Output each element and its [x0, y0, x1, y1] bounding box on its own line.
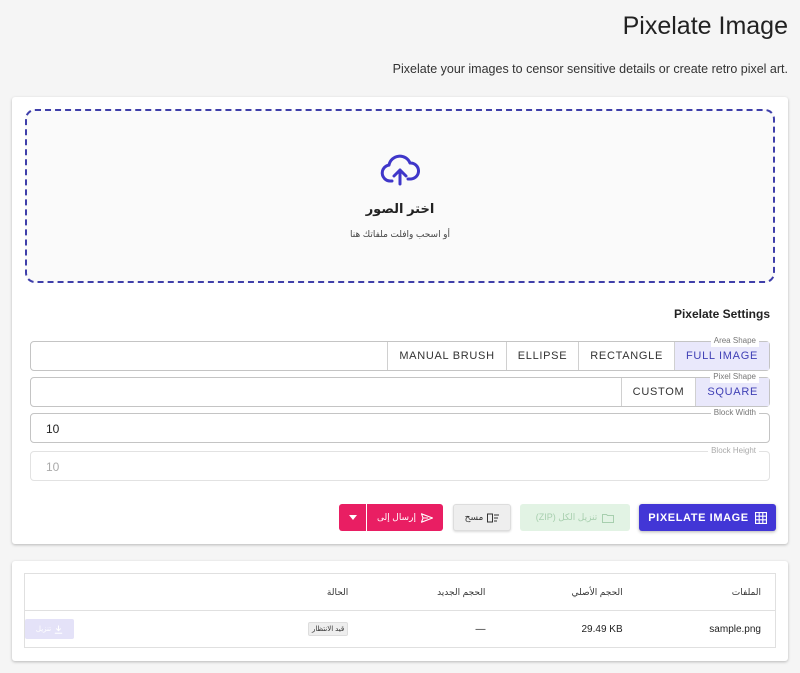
send-menu-toggle[interactable] — [339, 504, 366, 531]
block-width-value: 10 — [46, 422, 60, 436]
cell-status: قيد الانتظار — [209, 611, 349, 648]
block-width-label: Block Width — [710, 407, 759, 419]
dropzone-subtitle: أو اسحب وافلت ملفاتك هنا — [350, 229, 450, 239]
cell-file-name: sample.png — [709, 623, 761, 635]
zip-button-label: تنزيل الكل (ZIP) — [535, 512, 598, 522]
send-to-button[interactable]: إرسال إلى — [367, 504, 443, 531]
settings-title: Pixelate Settings — [673, 307, 770, 321]
download-button: تنزيل — [25, 619, 74, 639]
grid-icon — [754, 511, 767, 524]
pixelate-card: اختر الصور أو اسحب وافلت ملفاتك هنا Pixe… — [12, 97, 788, 544]
pixel-shape-label: Pixel Shape — [710, 371, 759, 383]
file-dropzone[interactable]: اختر الصور أو اسحب وافلت ملفاتك هنا — [25, 109, 775, 283]
header-files: الملفات — [622, 573, 776, 611]
action-bar: PIXELATE IMAGE تنزيل الكل (ZIP) مسح إرسا… — [12, 504, 788, 532]
send-icon — [420, 512, 433, 523]
download-icon — [54, 625, 63, 634]
block-width-input[interactable]: 10 Block Width — [30, 407, 770, 443]
send-button-label: إرسال إلى — [377, 512, 416, 522]
status-badge: قيد الانتظار — [307, 622, 349, 636]
header-new-size: الحجم الجديد — [348, 573, 486, 611]
files-card: الملفات الحجم الأصلي الحجم الجديد الحالة… — [12, 561, 788, 661]
clear-button[interactable]: مسح — [453, 504, 511, 531]
header-actions — [24, 573, 209, 611]
pixel-shape-custom[interactable]: CUSTOM — [620, 378, 696, 406]
cell-original-size: 29.49 KB — [485, 611, 623, 648]
pixelate-button-label: PIXELATE IMAGE — [648, 511, 749, 524]
block-height-input: 10 Block Height — [30, 445, 770, 481]
area-shape-ellipse[interactable]: ELLIPSE — [505, 342, 579, 370]
area-shape-rectangle[interactable]: RECTANGLE — [578, 342, 674, 370]
dropzone-title: اختر الصور — [365, 201, 435, 216]
table-row: sample.png 29.49 KB — قيد الانتظار تنزيل — [25, 611, 776, 648]
download-label: تنزيل — [35, 626, 52, 633]
caret-down-icon — [348, 515, 357, 520]
pixelate-image-button[interactable]: PIXELATE IMAGE — [639, 504, 776, 531]
area-shape-field: FULL IMAGE RECTANGLE ELLIPSE MANUAL BRUS… — [30, 335, 770, 371]
cloud-upload-icon — [380, 154, 420, 186]
folder-icon — [602, 513, 615, 523]
clear-button-label: مسح — [464, 512, 484, 522]
table-header-row: الملفات الحجم الأصلي الحجم الجديد الحالة — [24, 573, 776, 611]
original-size-value: 29.49 KB — [581, 623, 623, 635]
cell-new-size: — — [475, 623, 486, 635]
files-table: الملفات الحجم الأصلي الحجم الجديد الحالة… — [24, 573, 776, 648]
page-subtitle: Pixelate your images to censor sensitive… — [392, 62, 788, 76]
download-all-zip-button: تنزيل الكل (ZIP) — [520, 504, 630, 531]
area-shape-label: Area Shape — [710, 335, 759, 347]
pixel-shape-field: SQUARE CUSTOM Pixel Shape — [30, 371, 770, 407]
cell-actions: تنزيل — [25, 611, 210, 648]
page-title: Pixelate Image — [622, 12, 788, 40]
header-original-size: الحجم الأصلي — [485, 573, 623, 611]
block-height-label: Block Height — [708, 445, 759, 457]
clear-list-icon — [487, 513, 500, 522]
area-shape-manual-brush[interactable]: MANUAL BRUSH — [387, 342, 506, 370]
block-height-value: 10 — [46, 460, 60, 474]
header-status: الحالة — [209, 573, 349, 611]
